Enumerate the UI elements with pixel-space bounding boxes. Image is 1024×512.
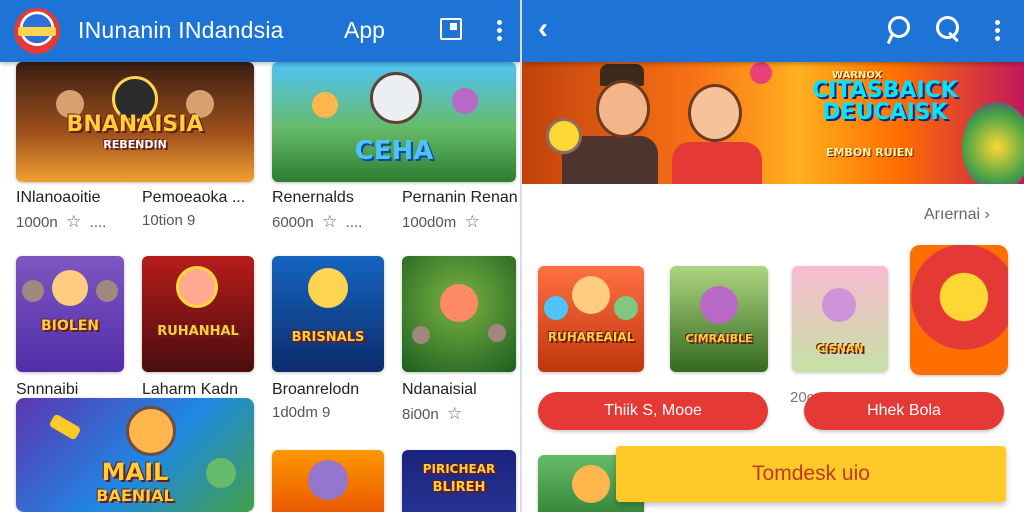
star-outline-icon[interactable]: ☆: [465, 212, 480, 231]
game-thumbnail[interactable]: BRISNALS: [272, 256, 384, 372]
pin-icon: 9: [322, 404, 331, 421]
pin-icon[interactable]: [882, 16, 910, 46]
square-icon[interactable]: [440, 18, 462, 40]
game-thumbnail[interactable]: MAIL BAENIAL: [16, 398, 254, 512]
game-card[interactable]: RUHANHAL: [142, 256, 254, 372]
game-card[interactable]: [910, 245, 1008, 375]
game-thumbnail[interactable]: [402, 256, 516, 372]
game-thumbnail[interactable]: RUHAREAIAL: [538, 266, 644, 372]
right-app-bar: ‹: [522, 0, 1024, 62]
game-card[interactable]: CIMRAIBLE: [670, 266, 768, 372]
right-phone-screen: ‹ WARNOX CITASBAICK DEUCAISK EMBON RUIEN…: [522, 0, 1024, 512]
pin-icon: 9: [187, 212, 196, 229]
game-card[interactable]: CISNAN: [792, 266, 888, 372]
game-card[interactable]: PIRICHEAR BLIREH: [402, 450, 516, 512]
featured-game-card[interactable]: MAIL BAENIAL: [16, 398, 254, 512]
game-thumbnail[interactable]: CIMRAIBLE: [670, 266, 768, 372]
more-vert-icon[interactable]: [496, 20, 502, 42]
left-app-bar: INunanin INdandsia App: [0, 0, 520, 62]
primary-cta-button[interactable]: Tomdesk uio: [616, 446, 1006, 502]
game-thumbnail[interactable]: BIOLEN: [16, 256, 124, 372]
game-thumbnail[interactable]: [910, 245, 1008, 375]
search-icon[interactable]: [936, 16, 964, 44]
game-card[interactable]: CEHA: [272, 62, 516, 182]
card-title: Broanrelodn: [272, 381, 360, 398]
game-card[interactable]: BRISNALS: [272, 256, 384, 372]
card-title: Ndanaisial: [402, 381, 477, 398]
game-card[interactable]: [272, 450, 384, 512]
card-meta: 8i00n ☆: [402, 404, 463, 423]
star-outline-icon[interactable]: ☆: [447, 404, 462, 423]
card-title: Snnnaibi: [16, 381, 79, 398]
left-phone-screen: INunanin INdandsia App BNANAISIA REBENDI…: [0, 0, 520, 512]
app-label[interactable]: App: [344, 17, 385, 44]
app-logo-icon[interactable]: [14, 8, 60, 54]
card-title: Pernanin Renan: [402, 189, 518, 206]
star-outline-icon[interactable]: ☆: [322, 212, 337, 231]
card-meta: 1000n ☆ ....: [16, 212, 107, 231]
featured-banner[interactable]: WARNOX CITASBAICK DEUCAISK EMBON RUIEN: [522, 62, 1024, 184]
game-thumbnail[interactable]: RUHANHAL: [142, 256, 254, 372]
card-title: Renernalds: [272, 189, 354, 206]
game-thumbnail[interactable]: CEHA: [272, 62, 516, 182]
card-title: INlanoaoitie: [16, 189, 101, 206]
more-vert-icon[interactable]: [994, 20, 1000, 42]
star-outline-icon[interactable]: ☆: [66, 212, 81, 231]
game-thumbnail[interactable]: [272, 450, 384, 512]
card-meta: 10tion 9: [142, 212, 196, 229]
game-card[interactable]: BNANAISIA REBENDIN: [16, 62, 254, 182]
card-meta: 100d0m ☆: [402, 212, 480, 231]
game-thumbnail[interactable]: CISNAN: [792, 266, 888, 372]
card-title: Pemoeaoka ...: [142, 189, 246, 206]
game-thumbnail[interactable]: BNANAISIA REBENDIN: [16, 62, 254, 182]
card-title: Laharm Kadn: [142, 381, 239, 398]
chevron-right-icon: ›: [984, 206, 990, 223]
back-icon[interactable]: ‹: [538, 14, 548, 44]
action-pill-button[interactable]: Hhek Bola: [804, 392, 1004, 430]
section-more-link[interactable]: Arıernai ›: [924, 206, 990, 224]
action-pill-button[interactable]: Thiik S, Mooe: [538, 392, 768, 430]
app-title: INunanin INdandsia: [78, 17, 284, 43]
game-thumbnail[interactable]: PIRICHEAR BLIREH: [402, 450, 516, 512]
card-meta: 1d0dm 9: [272, 404, 331, 421]
card-meta: 6000n ☆ ....: [272, 212, 363, 231]
game-card[interactable]: [402, 256, 516, 372]
game-card[interactable]: RUHAREAIAL: [538, 266, 644, 372]
game-card[interactable]: BIOLEN: [16, 256, 124, 372]
